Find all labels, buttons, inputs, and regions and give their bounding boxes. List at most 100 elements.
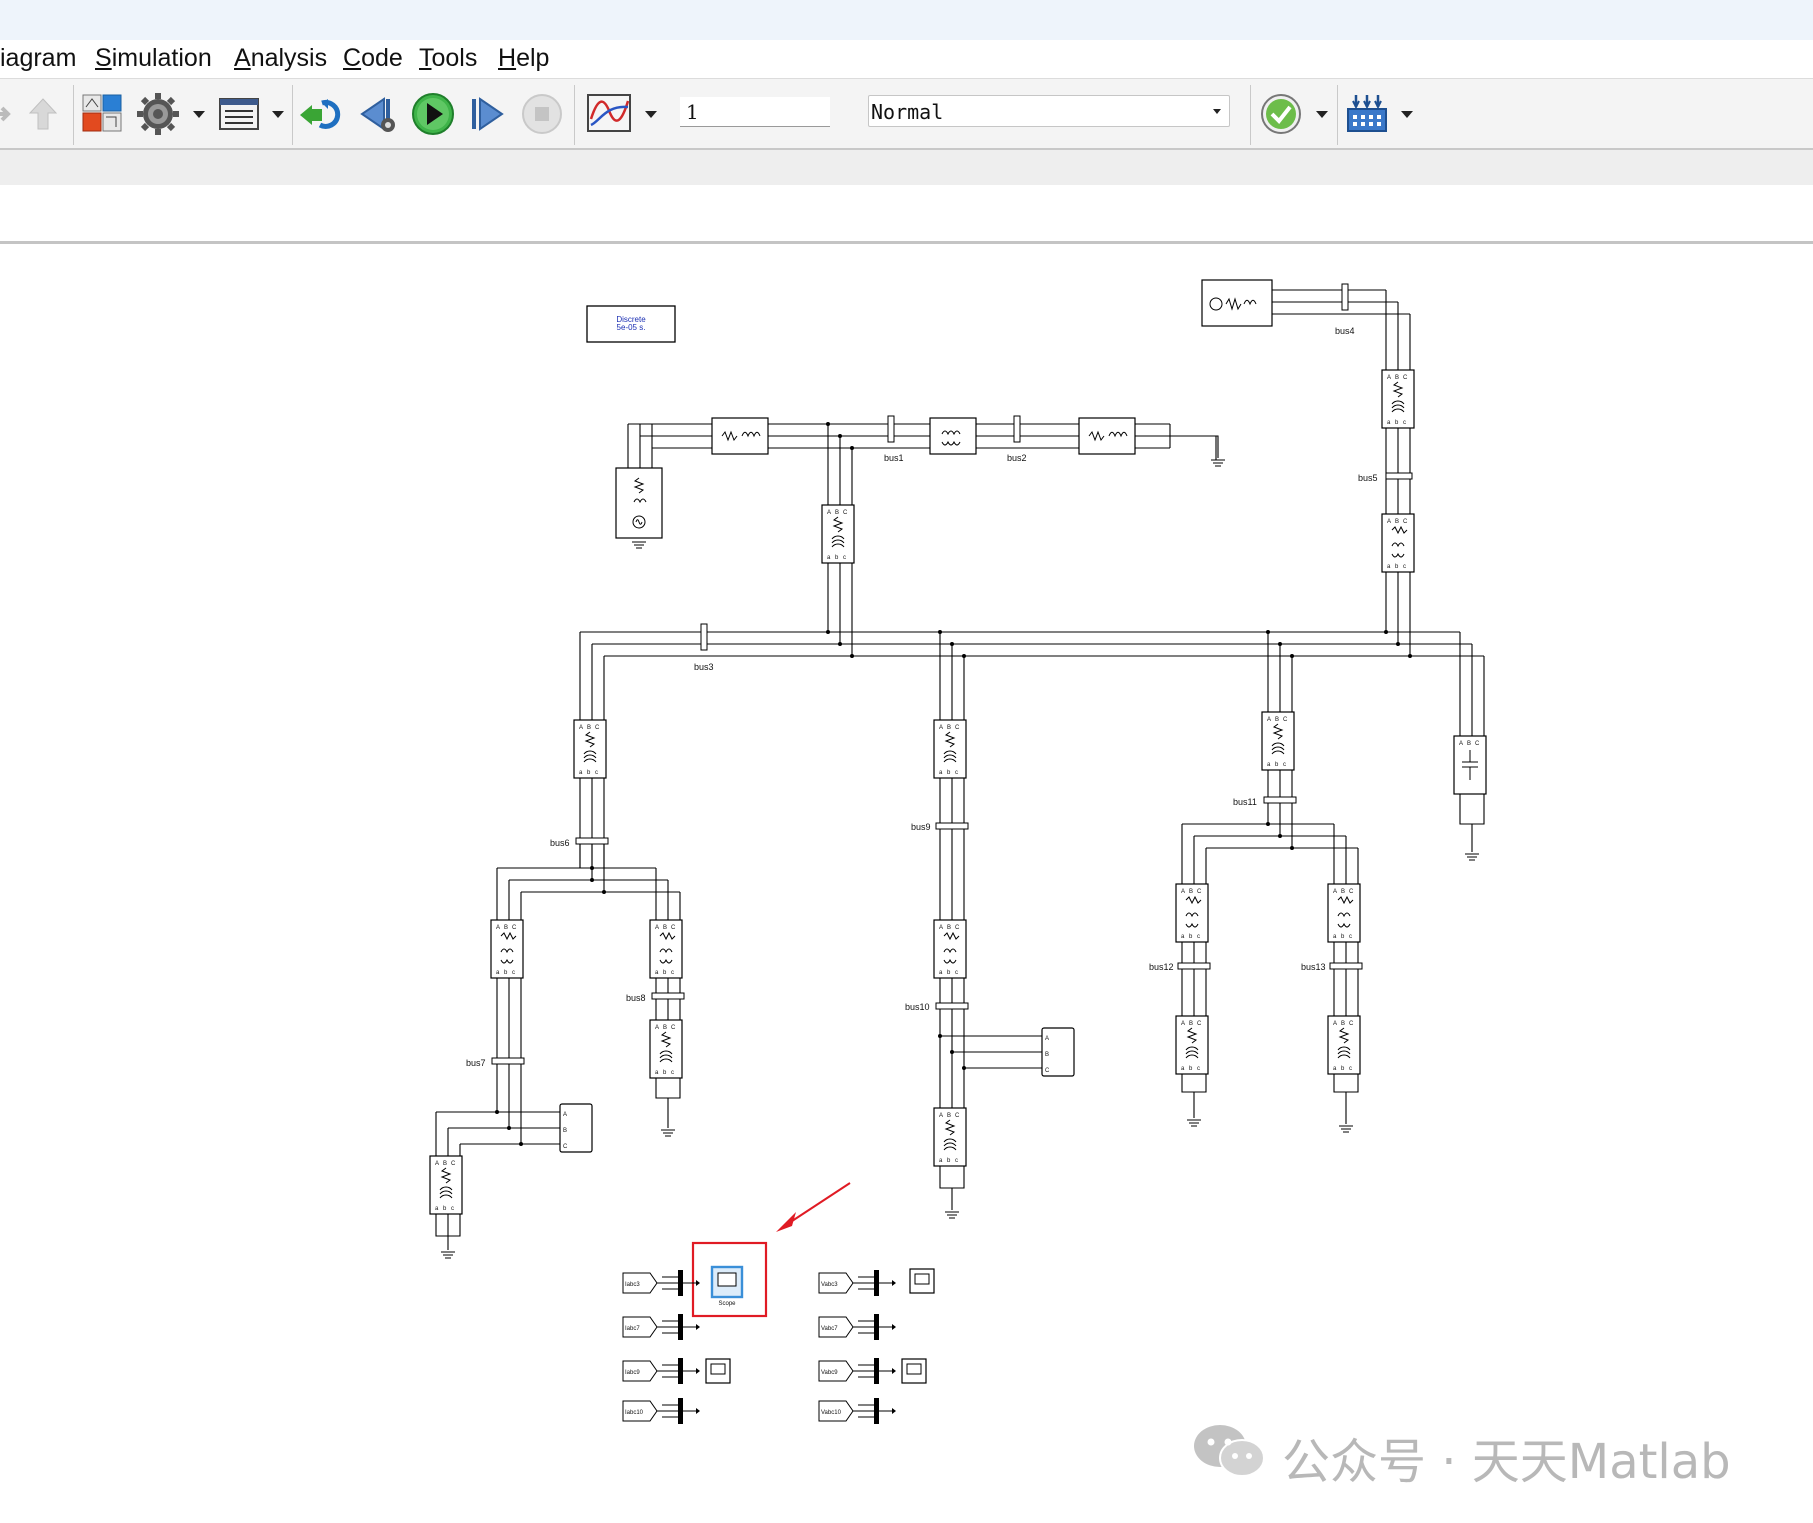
model-settings-gear-icon[interactable] <box>135 91 181 137</box>
svg-text:C: C <box>1475 741 1480 747</box>
svg-text:C: C <box>563 1144 568 1150</box>
three-phase-source-2[interactable] <box>1201 279 1273 327</box>
library-browser-icon[interactable] <box>80 91 126 137</box>
transformer-bus5-bus3[interactable] <box>1381 513 1415 573</box>
bus6-busbar[interactable] <box>575 837 609 845</box>
watermark: 公众号 · 天天Matlab <box>1190 1420 1770 1490</box>
transformer-bus6-bus7[interactable] <box>490 919 524 979</box>
step-forward-icon[interactable] <box>464 91 510 137</box>
load-bus7[interactable] <box>429 1155 463 1215</box>
line-block-bus3-bus6[interactable] <box>573 719 607 779</box>
update-diagram-icon[interactable] <box>298 91 344 137</box>
pi-section-line-top-left[interactable] <box>711 417 769 455</box>
svg-text:Vabc7: Vabc7 <box>821 1326 838 1332</box>
capacitor-bank[interactable]: ABC <box>1453 735 1487 795</box>
bus10-busbar[interactable] <box>935 1002 969 1010</box>
bus2-busbar[interactable] <box>1013 415 1021 443</box>
transformer-bus11-bus13[interactable] <box>1327 883 1361 943</box>
bus4-label: bus4 <box>1335 326 1355 336</box>
scope-vabc9[interactable] <box>901 1358 927 1384</box>
transformer-bus6-bus8[interactable] <box>649 919 683 979</box>
up-folder-icon[interactable] <box>20 91 66 137</box>
scope-iabc9[interactable] <box>705 1358 731 1384</box>
from-tag-vabc9[interactable]: Vabc9 <box>818 1360 854 1382</box>
transformer-bus1-bus2[interactable] <box>929 417 977 455</box>
bus8-busbar[interactable] <box>651 992 685 1000</box>
bus5-busbar[interactable] <box>1385 472 1413 480</box>
model-advisor-check-icon[interactable] <box>1258 91 1304 137</box>
menu-simulation[interactable]: Simulation <box>95 44 212 73</box>
transformer-bus11-bus12[interactable] <box>1175 883 1209 943</box>
bus12-label: bus12 <box>1149 962 1174 972</box>
from-tag-iabc10[interactable]: Iabc10 <box>622 1400 658 1422</box>
simulation-mode-select[interactable]: Normal <box>868 95 1230 127</box>
svg-text:A: A <box>1045 1036 1049 1042</box>
menu-code[interactable]: Code <box>343 44 403 73</box>
pi-section-line-top-right[interactable] <box>1078 417 1136 455</box>
svg-text:B: B <box>1045 1052 1049 1058</box>
explorer-dropdown-arrow-icon[interactable] <box>271 107 285 121</box>
scope-vabc3[interactable] <box>909 1268 935 1294</box>
load-bus8[interactable] <box>649 1019 683 1079</box>
menu-help[interactable]: Help <box>498 44 549 73</box>
bus12-busbar[interactable] <box>1177 962 1211 970</box>
svg-text:B: B <box>1467 741 1471 747</box>
scope-group-voltage: Vabc3 Vabc7 Vabc9 Vabc10 <box>818 1268 935 1425</box>
menu-diagram[interactable]: iagram <box>0 44 76 73</box>
menu-analysis[interactable]: Analysis <box>234 44 327 73</box>
svg-text:Iabc10: Iabc10 <box>625 1410 644 1416</box>
transformer-bus9-bus10[interactable] <box>933 919 967 979</box>
advisor-dropdown-arrow-icon[interactable] <box>1315 107 1329 121</box>
line-block-bus3-bus9[interactable] <box>933 719 967 779</box>
line-block-bus1-bus3[interactable] <box>821 504 855 564</box>
svg-text:C: C <box>1045 1068 1050 1074</box>
bus6-label: bus6 <box>550 838 570 848</box>
line-block-bus3-bus11[interactable] <box>1261 711 1295 771</box>
load-bus13[interactable] <box>1327 1015 1361 1075</box>
window-title-bar <box>0 0 1813 40</box>
model-canvas[interactable]: ABC abc ABC abc <box>0 244 1813 1523</box>
three-phase-fault-bus7[interactable]: A B C <box>559 1103 593 1153</box>
bus13-label: bus13 <box>1301 962 1326 972</box>
stop-time-input[interactable]: 1 <box>680 97 830 127</box>
run-icon[interactable] <box>410 91 456 137</box>
stop-icon[interactable] <box>519 91 565 137</box>
bus4-busbar[interactable] <box>1341 283 1349 311</box>
hardware-board-icon[interactable] <box>1344 91 1390 137</box>
hardware-dropdown-arrow-icon[interactable] <box>1400 107 1414 121</box>
from-tag-iabc7[interactable]: Iabc7 <box>622 1316 658 1338</box>
from-tag-iabc3[interactable]: Iabc3 <box>622 1272 658 1294</box>
svg-text:Vabc3: Vabc3 <box>821 1282 838 1288</box>
bus9-busbar[interactable] <box>935 822 969 830</box>
from-tag-vabc10[interactable]: Vabc10 <box>818 1400 854 1422</box>
from-tag-vabc3[interactable]: Vabc3 <box>818 1272 854 1294</box>
powergui-block[interactable]: Discrete 5e-05 s. <box>586 305 676 343</box>
forward-icon[interactable] <box>0 91 20 137</box>
bus3-label: bus3 <box>694 662 714 672</box>
from-tag-vabc7[interactable]: Vabc7 <box>818 1316 854 1338</box>
svg-text:A: A <box>1459 741 1463 747</box>
scope-block-selected[interactable]: Scope <box>710 1265 744 1307</box>
three-phase-fault-bus10[interactable]: A B C <box>1041 1027 1075 1077</box>
svg-text:Iabc7: Iabc7 <box>625 1326 640 1332</box>
svg-text:Iabc9: Iabc9 <box>625 1370 640 1376</box>
settings-dropdown-arrow-icon[interactable] <box>192 107 206 121</box>
bus13-busbar[interactable] <box>1329 962 1363 970</box>
svg-text:B: B <box>563 1128 567 1134</box>
from-tag-iabc9[interactable]: Iabc9 <box>622 1360 658 1382</box>
svg-text:A: A <box>563 1112 567 1118</box>
data-inspector-icon[interactable] <box>586 91 632 137</box>
load-bus12[interactable] <box>1175 1015 1209 1075</box>
three-phase-source-1[interactable] <box>615 467 663 549</box>
menu-tools[interactable]: Tools <box>419 44 477 73</box>
bus2-label: bus2 <box>1007 453 1027 463</box>
bus11-busbar[interactable] <box>1263 796 1297 804</box>
line-block-bus4-bus5[interactable] <box>1381 369 1415 429</box>
bus3-busbar[interactable] <box>700 623 708 651</box>
load-bus10[interactable] <box>933 1107 967 1167</box>
step-back-icon[interactable] <box>356 91 402 137</box>
model-explorer-icon[interactable] <box>216 91 262 137</box>
bus1-busbar[interactable] <box>887 415 895 443</box>
inspector-dropdown-arrow-icon[interactable] <box>644 107 658 121</box>
bus7-busbar[interactable] <box>491 1057 525 1065</box>
